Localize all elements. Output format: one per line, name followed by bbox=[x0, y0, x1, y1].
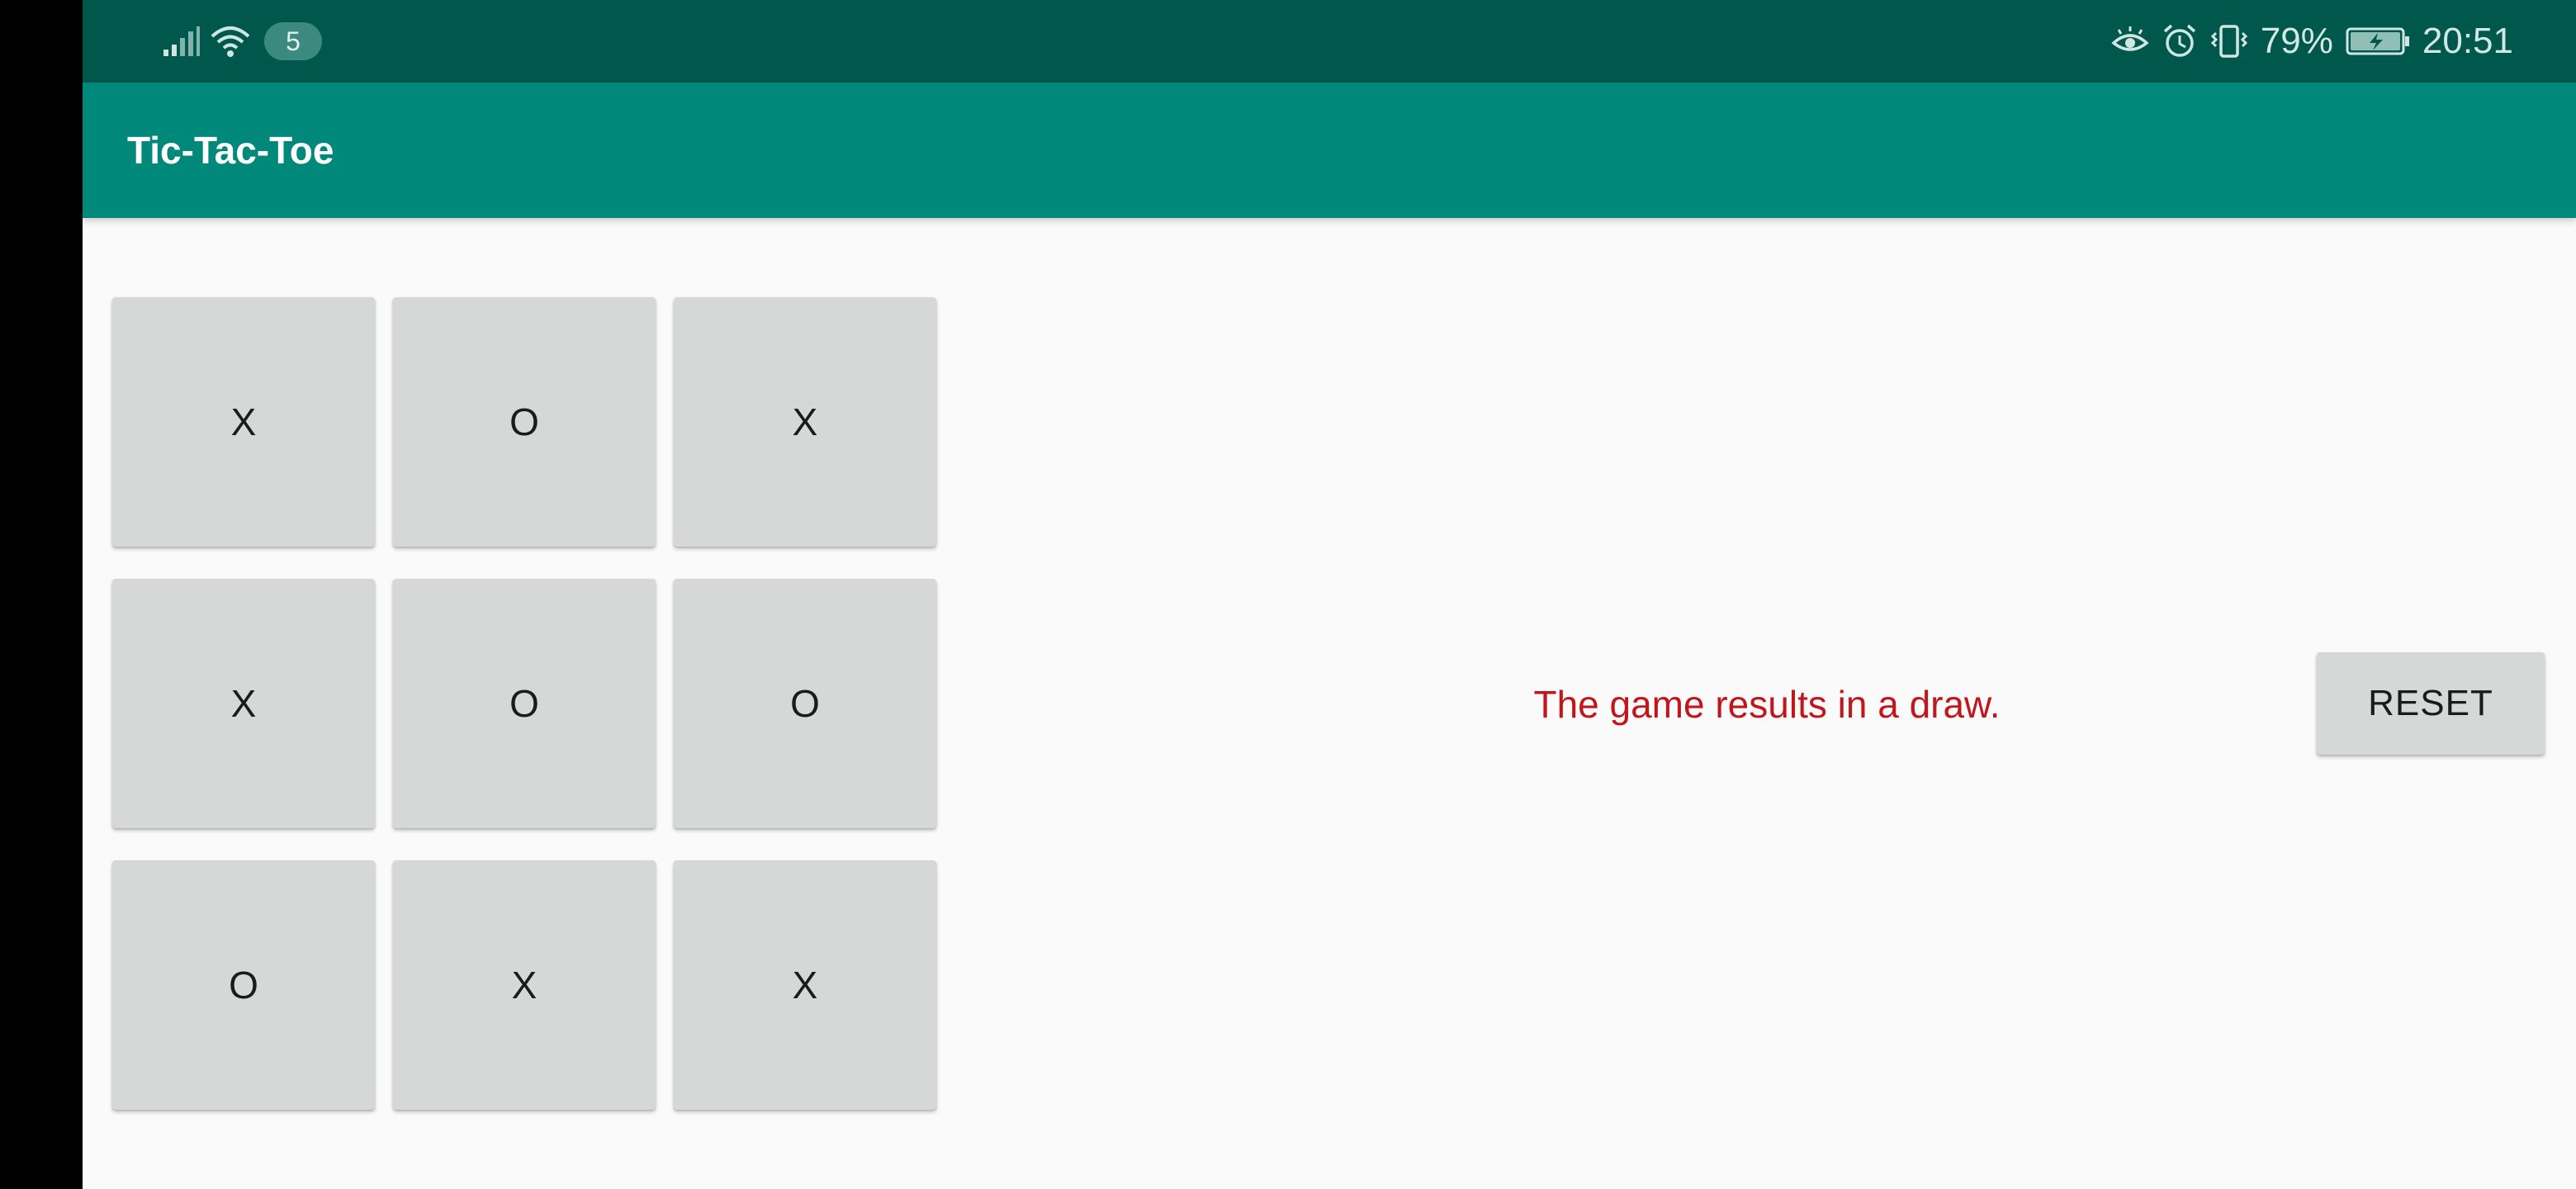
battery-percent: 79% bbox=[2260, 21, 2333, 61]
status-bar: 5 79% 20:51 bbox=[83, 0, 2576, 83]
app-screen: 5 79% 20:51 Tic-Tac-Toe X O X X O O O X … bbox=[0, 0, 2576, 1189]
status-time: 20:51 bbox=[2422, 21, 2513, 61]
app-title: Tic-Tac-Toe bbox=[127, 129, 334, 172]
alarm-icon bbox=[2162, 23, 2198, 59]
status-right-group: 79% 20:51 bbox=[2110, 0, 2513, 83]
board-cell-r2c3[interactable]: O bbox=[674, 579, 936, 828]
screen-edge-cutout bbox=[0, 0, 83, 1189]
board-cell-r1c3[interactable]: X bbox=[674, 297, 936, 547]
battery-charging-icon bbox=[2345, 25, 2411, 58]
game-result-message: The game results in a draw. bbox=[1533, 683, 2001, 726]
board-cell-r2c2[interactable]: O bbox=[393, 579, 656, 828]
board-cell-r2c1[interactable]: X bbox=[112, 579, 375, 828]
board-cell-r1c1[interactable]: X bbox=[112, 297, 375, 547]
reset-button[interactable]: RESET bbox=[2317, 652, 2545, 755]
status-left-group: 5 bbox=[162, 0, 322, 83]
notification-count-badge: 5 bbox=[264, 22, 322, 60]
game-board: X O X X O O O X X bbox=[112, 297, 938, 1110]
app-bar: Tic-Tac-Toe bbox=[83, 83, 2576, 218]
eye-comfort-icon bbox=[2110, 25, 2150, 58]
board-cell-r1c2[interactable]: O bbox=[393, 297, 656, 547]
vibrate-icon bbox=[2209, 23, 2249, 59]
board-cell-r3c3[interactable]: X bbox=[674, 860, 936, 1110]
wifi-icon bbox=[210, 25, 251, 58]
signal-icon bbox=[162, 25, 201, 58]
board-cell-r3c1[interactable]: O bbox=[112, 860, 375, 1110]
board-cell-r3c2[interactable]: X bbox=[393, 860, 656, 1110]
